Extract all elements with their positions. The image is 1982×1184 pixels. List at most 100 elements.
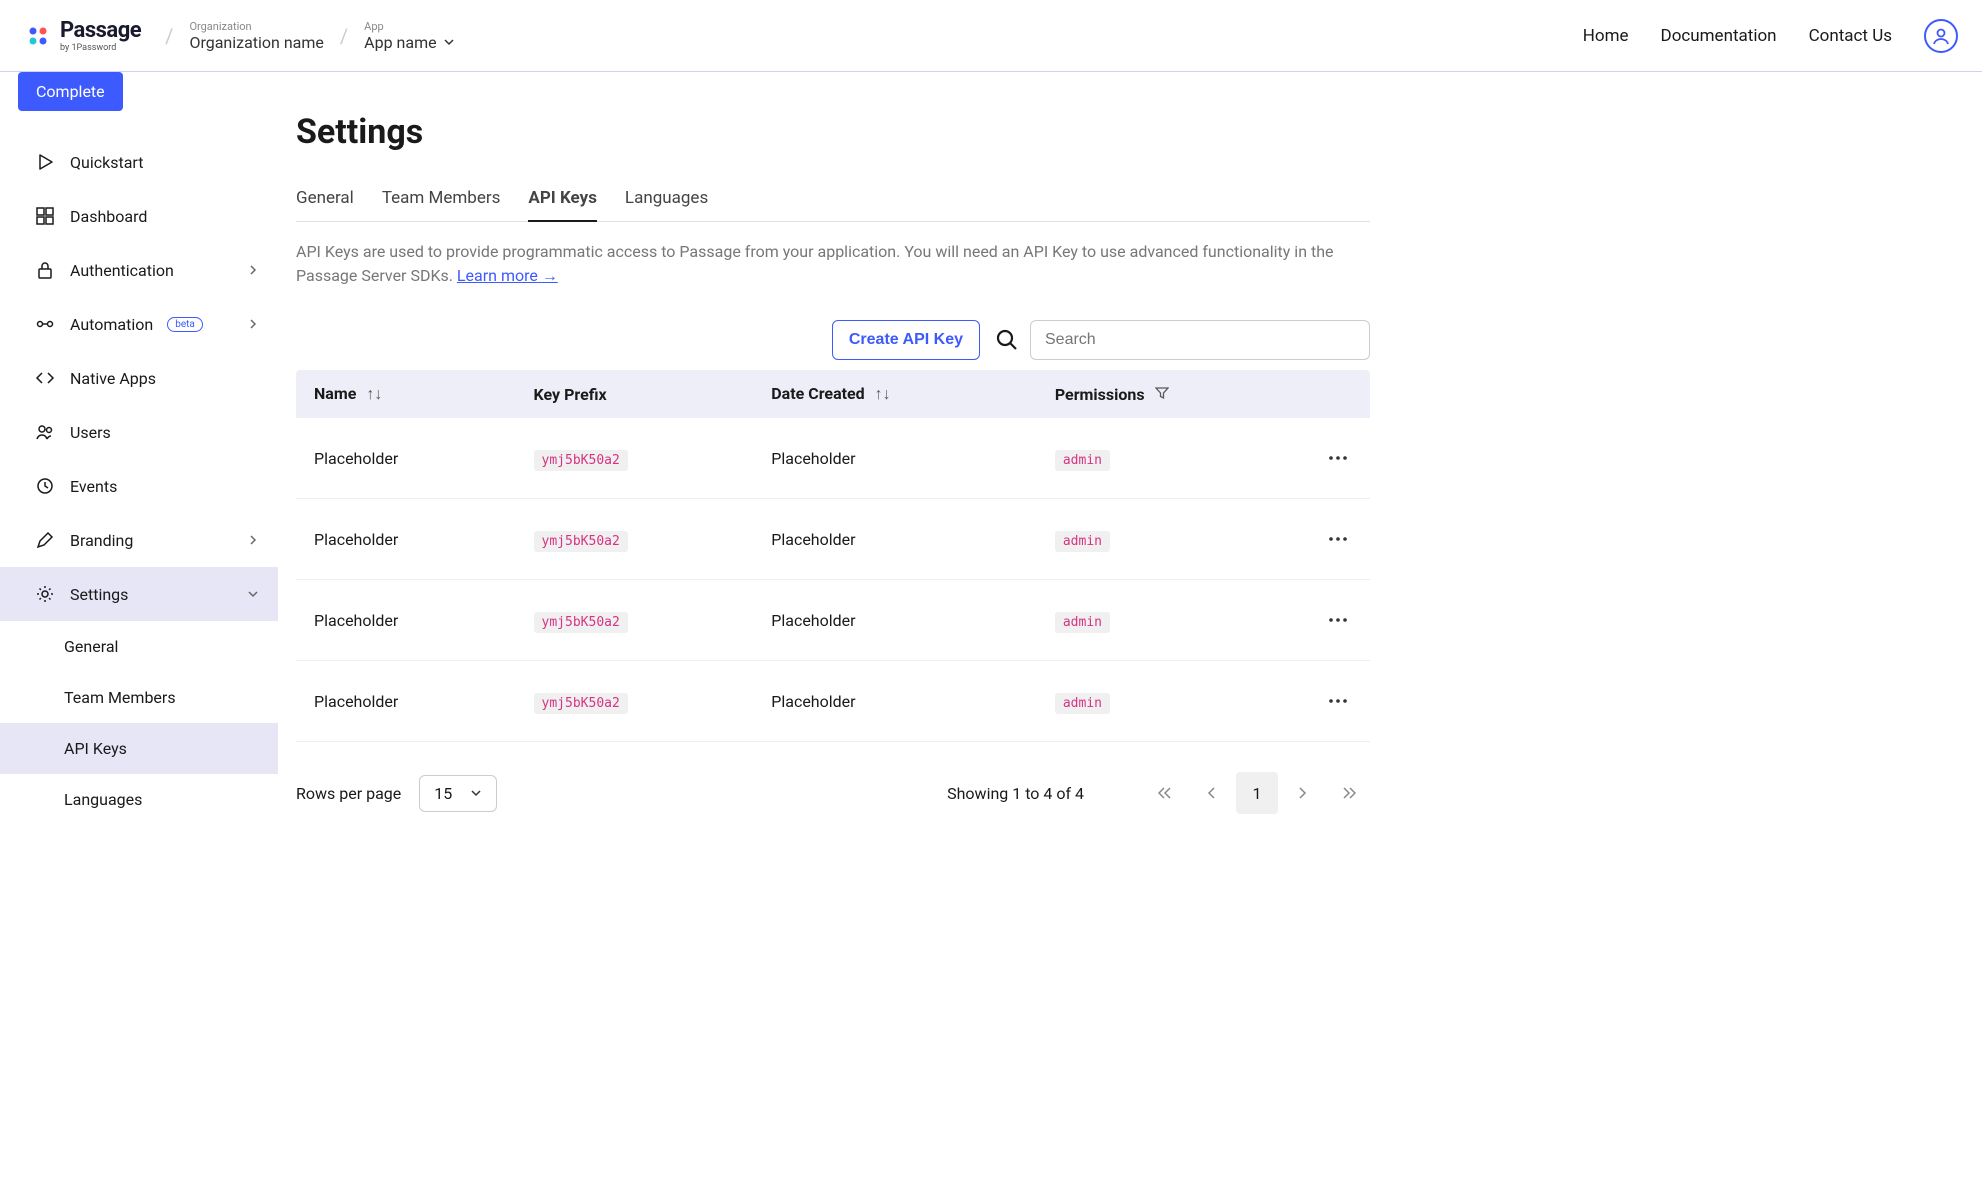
- sub-nav-general[interactable]: General: [0, 621, 278, 672]
- breadcrumb-app-label: App: [364, 20, 454, 33]
- api-keys-table: Name ↑↓ Key Prefix Date Created ↑↓ Permi…: [296, 370, 1370, 742]
- chevron-down-icon: [443, 36, 455, 48]
- chevron-right-icon: [248, 265, 258, 275]
- breadcrumb-org[interactable]: Organization Organization name: [189, 20, 323, 52]
- table-row: Placeholder ymj5bK50a2 Placeholder admin: [296, 580, 1370, 661]
- sidebar-item-dashboard[interactable]: Dashboard: [0, 189, 278, 243]
- rows-per-page-select[interactable]: 15: [419, 775, 497, 812]
- sidebar-item-branding[interactable]: Branding: [0, 513, 278, 567]
- logo[interactable]: Passage by 1Password: [24, 18, 141, 53]
- cell-actions: [1310, 499, 1370, 580]
- col-permissions[interactable]: Permissions: [1037, 370, 1310, 418]
- create-api-key-button[interactable]: Create API Key: [832, 320, 980, 360]
- table-row: Placeholder ymj5bK50a2 Placeholder admin: [296, 418, 1370, 499]
- more-icon[interactable]: [1328, 594, 1352, 646]
- logo-subtitle: by 1Password: [60, 43, 141, 53]
- sidebar-item-label: Events: [70, 477, 117, 496]
- sub-nav-team-members[interactable]: Team Members: [0, 672, 278, 723]
- col-prefix[interactable]: Key Prefix: [516, 370, 754, 418]
- key-prefix-pill: ymj5bK50a2: [534, 693, 628, 714]
- permission-pill: admin: [1055, 531, 1110, 552]
- more-icon[interactable]: [1328, 675, 1352, 727]
- page-number[interactable]: 1: [1236, 772, 1278, 814]
- cell-permissions: admin: [1037, 661, 1310, 742]
- col-name[interactable]: Name ↑↓: [296, 370, 516, 418]
- more-icon[interactable]: [1328, 513, 1352, 565]
- cell-name: Placeholder: [296, 418, 516, 499]
- cell-created: Placeholder: [753, 661, 1037, 742]
- nav-contact[interactable]: Contact Us: [1809, 26, 1892, 46]
- nav-docs[interactable]: Documentation: [1661, 26, 1777, 46]
- page-next-button[interactable]: [1282, 772, 1324, 814]
- tab-general[interactable]: General: [296, 188, 354, 221]
- key-prefix-pill: ymj5bK50a2: [534, 450, 628, 471]
- sidebar-item-automation[interactable]: Automation beta: [0, 297, 278, 351]
- breadcrumb-org-value: Organization name: [189, 33, 323, 52]
- sidebar-item-authentication[interactable]: Authentication: [0, 243, 278, 297]
- showing-text: Showing 1 to 4 of 4: [947, 784, 1084, 803]
- rows-per-page-label: Rows per page: [296, 784, 401, 803]
- sidebar-item-label: Automation: [70, 315, 153, 334]
- users-icon: [34, 421, 56, 443]
- col-created[interactable]: Date Created ↑↓: [753, 370, 1037, 418]
- clock-icon: [34, 475, 56, 497]
- logo-name: Passage: [60, 18, 141, 43]
- table-row: Placeholder ymj5bK50a2 Placeholder admin: [296, 661, 1370, 742]
- sub-nav-api-keys[interactable]: API Keys: [0, 723, 278, 774]
- page-prev-button[interactable]: [1190, 772, 1232, 814]
- user-icon: [1931, 26, 1951, 46]
- page-last-button[interactable]: [1328, 772, 1370, 814]
- permission-pill: admin: [1055, 693, 1110, 714]
- sidebar-item-events[interactable]: Events: [0, 459, 278, 513]
- dashboard-icon: [34, 205, 56, 227]
- sub-nav-languages[interactable]: Languages: [0, 774, 278, 825]
- cell-prefix: ymj5bK50a2: [516, 418, 754, 499]
- sidebar-item-label: Authentication: [70, 261, 174, 280]
- tab-team-members[interactable]: Team Members: [382, 188, 501, 221]
- sort-icon: ↑↓: [875, 384, 891, 403]
- search-input[interactable]: [1030, 320, 1370, 360]
- header-nav: Home Documentation Contact Us: [1583, 19, 1958, 53]
- gear-icon: [34, 583, 56, 605]
- sidebar-item-label: Dashboard: [70, 207, 147, 226]
- cell-prefix: ymj5bK50a2: [516, 580, 754, 661]
- logo-icon: [24, 22, 52, 50]
- nav-home[interactable]: Home: [1583, 26, 1629, 46]
- sidebar-item-native-apps[interactable]: Native Apps: [0, 351, 278, 405]
- pen-icon: [34, 529, 56, 551]
- sidebar-item-quickstart[interactable]: Quickstart: [0, 135, 278, 189]
- tab-api-keys[interactable]: API Keys: [528, 188, 597, 222]
- pagination: Rows per page 15 Showing 1 to 4 of 4 1: [296, 772, 1370, 814]
- more-icon[interactable]: [1328, 432, 1352, 484]
- description-text: API Keys are used to provide programmati…: [296, 242, 1334, 285]
- sidebar-item-users[interactable]: Users: [0, 405, 278, 459]
- cell-created: Placeholder: [753, 580, 1037, 661]
- key-prefix-pill: ymj5bK50a2: [534, 612, 628, 633]
- sidebar-item-label: Branding: [70, 531, 133, 550]
- chevron-right-icon: [248, 535, 258, 545]
- tabs: General Team Members API Keys Languages: [296, 188, 1370, 222]
- description: API Keys are used to provide programmati…: [296, 240, 1370, 288]
- learn-more-link[interactable]: Learn more →: [457, 266, 558, 285]
- complete-badge[interactable]: Complete: [18, 72, 123, 111]
- cell-actions: [1310, 580, 1370, 661]
- page-first-button[interactable]: [1144, 772, 1186, 814]
- cell-permissions: admin: [1037, 418, 1310, 499]
- tab-languages[interactable]: Languages: [625, 188, 708, 221]
- rows-value: 15: [434, 784, 452, 803]
- toolbar: Create API Key: [296, 320, 1370, 360]
- sidebar-item-label: Quickstart: [70, 153, 143, 172]
- chevron-right-icon: [248, 319, 258, 329]
- table-row: Placeholder ymj5bK50a2 Placeholder admin: [296, 499, 1370, 580]
- cell-name: Placeholder: [296, 580, 516, 661]
- cell-permissions: admin: [1037, 499, 1310, 580]
- breadcrumb-app[interactable]: App App name: [364, 20, 454, 52]
- breadcrumb-separator: /: [340, 24, 348, 48]
- avatar[interactable]: [1924, 19, 1958, 53]
- sidebar-item-settings[interactable]: Settings: [0, 567, 278, 621]
- permission-pill: admin: [1055, 450, 1110, 471]
- sidebar-item-label: Native Apps: [70, 369, 156, 388]
- cell-prefix: ymj5bK50a2: [516, 499, 754, 580]
- cell-actions: [1310, 661, 1370, 742]
- search-icon[interactable]: [994, 327, 1020, 353]
